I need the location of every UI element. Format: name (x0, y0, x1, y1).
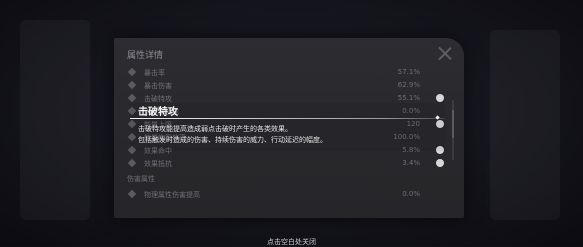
tooltip-desc-line-2: 包括触发时造成的伤害、持续伤害的威力、行动延迟的幅度。 (138, 136, 327, 144)
stat-label: 暴击率 (144, 69, 165, 77)
effect-res-icon (127, 158, 137, 168)
background-blur-left (20, 20, 90, 220)
tooltip-desc-line-1: 击破特攻能提高造成弱点击破时产生的各类效果。 (138, 125, 292, 133)
tooltip-divider (130, 118, 445, 119)
stat-value: 0.0% (402, 190, 420, 198)
stat-row-effect-res: 效果抵抗 3.4% (126, 158, 444, 169)
info-icon[interactable] (436, 94, 444, 102)
tooltip-title: 击破特攻 (138, 107, 178, 118)
section-title-damage: 伤害属性 (127, 175, 155, 183)
stat-tooltip: 击破特攻 击破特攻能提高造成弱点击破时产生的各类效果。 包括触发时造成的伤害、持… (130, 103, 445, 151)
stat-label: 暴击伤害 (144, 82, 172, 90)
element-dmg-icon (127, 189, 137, 199)
tooltip-description: 击破特攻能提高造成弱点击破时产生的各类效果。 包括触发时造成的伤害、持续伤害的威… (138, 124, 327, 146)
stat-value: 3.4% (402, 159, 420, 167)
scrollbar-thumb[interactable] (452, 110, 454, 138)
background-blur-right (490, 30, 560, 220)
info-icon[interactable] (436, 159, 444, 167)
stat-row-crit-rate: 暴击率 57.1% (126, 67, 444, 78)
panel-title: 属性详情 (127, 51, 164, 61)
scrollbar[interactable] (452, 100, 454, 160)
crit-rate-icon (127, 67, 137, 77)
break-effect-icon (127, 93, 137, 103)
stat-value: 55.1% (397, 94, 420, 102)
stat-row-crit-dmg: 暴击伤害 62.9% (126, 80, 444, 91)
stat-value: 57.1% (397, 68, 420, 76)
stat-value: 62.9% (397, 81, 420, 89)
stat-row-element-dmg: 物理属性伤害提高 0.0% (126, 189, 444, 200)
close-icon[interactable] (438, 46, 452, 60)
crit-dmg-icon (127, 80, 137, 90)
stat-label: 物理属性伤害提高 (144, 191, 200, 199)
stat-label: 效果抵抗 (144, 160, 172, 168)
